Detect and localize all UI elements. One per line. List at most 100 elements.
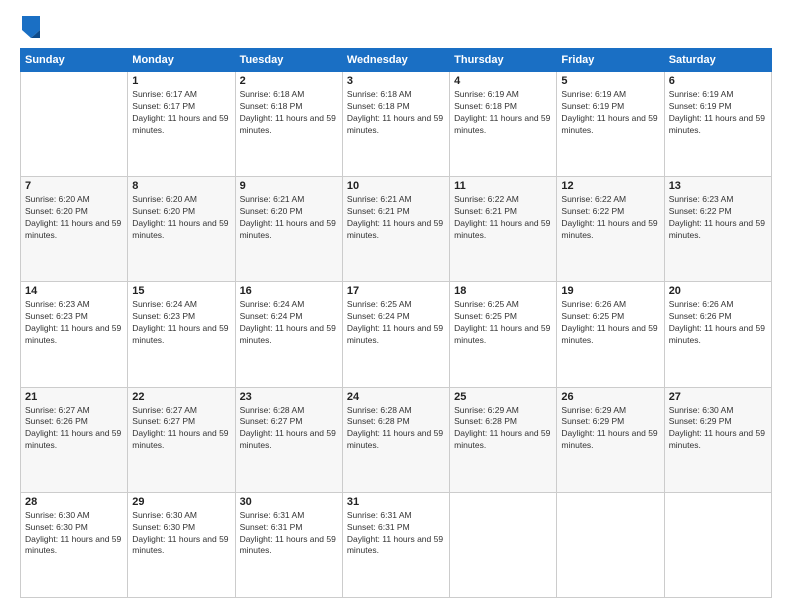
day-number: 23: [240, 391, 338, 403]
cell-info: Sunrise: 6:26 AM Sunset: 6:25 PM Dayligh…: [561, 299, 659, 347]
cell-info: Sunrise: 6:21 AM Sunset: 6:20 PM Dayligh…: [240, 194, 338, 242]
logo-icon: [22, 16, 40, 38]
calendar-cell: 22 Sunrise: 6:27 AM Sunset: 6:27 PM Dayli…: [128, 387, 235, 492]
day-number: 24: [347, 391, 445, 403]
header: [20, 18, 772, 38]
cell-info: Sunrise: 6:25 AM Sunset: 6:25 PM Dayligh…: [454, 299, 552, 347]
cell-info: Sunrise: 6:27 AM Sunset: 6:26 PM Dayligh…: [25, 405, 123, 453]
calendar-cell: 29Sunrise: 6:30 AM Sunset: 6:30 PM Dayli…: [128, 492, 235, 597]
cell-info: Sunrise: 6:29 AM Sunset: 6:29 PM Dayligh…: [561, 405, 659, 453]
calendar-table: SundayMondayTuesdayWednesdayThursdayFrid…: [20, 48, 772, 598]
calendar-cell: 13Sunrise: 6:23 AM Sunset: 6:22 PM Dayli…: [664, 177, 771, 282]
day-number: 30: [240, 496, 338, 508]
calendar-day-header: Monday: [128, 49, 235, 72]
calendar-cell: 1Sunrise: 6:17 AM Sunset: 6:17 PM Daylig…: [128, 72, 235, 177]
calendar-week-row: 14 Sunrise: 6:23 AM Sunset: 6:23 PM Dayli…: [21, 282, 772, 387]
cell-info: Sunrise: 6:20 AM Sunset: 6:20 PM Dayligh…: [132, 194, 230, 242]
cell-info: Sunrise: 6:23 AM Sunset: 6:22 PM Dayligh…: [669, 194, 767, 242]
day-number: 27: [669, 391, 767, 403]
day-number: 4: [454, 75, 552, 87]
calendar-week-row: 7 Sunrise: 6:20 AM Sunset: 6:20 PM Daylig…: [21, 177, 772, 282]
cell-info: Sunrise: 6:19 AM Sunset: 6:18 PM Dayligh…: [454, 89, 552, 137]
cell-info: Sunrise: 6:28 AM Sunset: 6:27 PM Dayligh…: [240, 405, 338, 453]
day-number: 15: [132, 285, 230, 297]
calendar-week-row: 21 Sunrise: 6:27 AM Sunset: 6:26 PM Dayli…: [21, 387, 772, 492]
day-number: 5: [561, 75, 659, 87]
calendar-cell: 15 Sunrise: 6:24 AM Sunset: 6:23 PM Dayli…: [128, 282, 235, 387]
cell-info: Sunrise: 6:18 AM Sunset: 6:18 PM Dayligh…: [240, 89, 338, 137]
calendar-day-header: Wednesday: [342, 49, 449, 72]
day-number: 16: [240, 285, 338, 297]
calendar-cell: 30 Sunrise: 6:31 AM Sunset: 6:31 PM Dayli…: [235, 492, 342, 597]
cell-info: Sunrise: 6:19 AM Sunset: 6:19 PM Dayligh…: [561, 89, 659, 137]
calendar-cell: 26 Sunrise: 6:29 AM Sunset: 6:29 PM Dayli…: [557, 387, 664, 492]
calendar-day-header: Saturday: [664, 49, 771, 72]
page: SundayMondayTuesdayWednesdayThursdayFrid…: [0, 0, 792, 612]
cell-info: Sunrise: 6:21 AM Sunset: 6:21 PM Dayligh…: [347, 194, 445, 242]
calendar-cell: 28 Sunrise: 6:30 AM Sunset: 6:30 PM Dayli…: [21, 492, 128, 597]
calendar-cell: 19 Sunrise: 6:26 AM Sunset: 6:25 PM Dayli…: [557, 282, 664, 387]
day-number: 19: [561, 285, 659, 297]
day-number: 3: [347, 75, 445, 87]
cell-info: Sunrise: 6:17 AM Sunset: 6:17 PM Dayligh…: [132, 89, 230, 137]
day-number: 21: [25, 391, 123, 403]
calendar-cell: 2Sunrise: 6:18 AM Sunset: 6:18 PM Daylig…: [235, 72, 342, 177]
calendar-cell: 16 Sunrise: 6:24 AM Sunset: 6:24 PM Dayli…: [235, 282, 342, 387]
cell-info: Sunrise: 6:26 AM Sunset: 6:26 PM Dayligh…: [669, 299, 767, 347]
day-number: 20: [669, 285, 767, 297]
day-number: 29: [132, 496, 230, 508]
calendar-cell: 8 Sunrise: 6:20 AM Sunset: 6:20 PM Daylig…: [128, 177, 235, 282]
calendar-day-header: Friday: [557, 49, 664, 72]
cell-info: Sunrise: 6:30 AM Sunset: 6:30 PM Dayligh…: [25, 510, 123, 558]
calendar-cell: 7Sunrise: 6:20 AM Sunset: 6:20 PM Daylig…: [21, 177, 128, 282]
calendar-cell: 4 Sunrise: 6:19 AM Sunset: 6:18 PM Daylig…: [450, 72, 557, 177]
calendar-day-header: Tuesday: [235, 49, 342, 72]
calendar-cell: 9 Sunrise: 6:21 AM Sunset: 6:20 PM Daylig…: [235, 177, 342, 282]
calendar-cell: [450, 492, 557, 597]
cell-info: Sunrise: 6:27 AM Sunset: 6:27 PM Dayligh…: [132, 405, 230, 453]
calendar-cell: 6Sunrise: 6:19 AM Sunset: 6:19 PM Daylig…: [664, 72, 771, 177]
cell-info: Sunrise: 6:30 AM Sunset: 6:29 PM Dayligh…: [669, 405, 767, 453]
day-number: 14: [25, 285, 123, 297]
calendar-cell: 18 Sunrise: 6:25 AM Sunset: 6:25 PM Dayli…: [450, 282, 557, 387]
cell-info: Sunrise: 6:22 AM Sunset: 6:22 PM Dayligh…: [561, 194, 659, 242]
cell-info: Sunrise: 6:28 AM Sunset: 6:28 PM Dayligh…: [347, 405, 445, 453]
day-number: 9: [240, 180, 338, 192]
calendar-cell: 23 Sunrise: 6:28 AM Sunset: 6:27 PM Dayli…: [235, 387, 342, 492]
calendar-day-header: Thursday: [450, 49, 557, 72]
cell-info: Sunrise: 6:31 AM Sunset: 6:31 PM Dayligh…: [347, 510, 445, 558]
day-number: 12: [561, 180, 659, 192]
cell-info: Sunrise: 6:22 AM Sunset: 6:21 PM Dayligh…: [454, 194, 552, 242]
day-number: 31: [347, 496, 445, 508]
day-number: 10: [347, 180, 445, 192]
calendar-cell: 17 Sunrise: 6:25 AM Sunset: 6:24 PM Dayli…: [342, 282, 449, 387]
day-number: 22: [132, 391, 230, 403]
cell-info: Sunrise: 6:31 AM Sunset: 6:31 PM Dayligh…: [240, 510, 338, 558]
day-number: 28: [25, 496, 123, 508]
calendar-day-header: Sunday: [21, 49, 128, 72]
day-number: 8: [132, 180, 230, 192]
cell-info: Sunrise: 6:24 AM Sunset: 6:23 PM Dayligh…: [132, 299, 230, 347]
day-number: 25: [454, 391, 552, 403]
calendar-cell: [21, 72, 128, 177]
calendar-cell: 3 Sunrise: 6:18 AM Sunset: 6:18 PM Daylig…: [342, 72, 449, 177]
cell-info: Sunrise: 6:23 AM Sunset: 6:23 PM Dayligh…: [25, 299, 123, 347]
cell-info: Sunrise: 6:25 AM Sunset: 6:24 PM Dayligh…: [347, 299, 445, 347]
day-number: 17: [347, 285, 445, 297]
cell-info: Sunrise: 6:19 AM Sunset: 6:19 PM Dayligh…: [669, 89, 767, 137]
cell-info: Sunrise: 6:24 AM Sunset: 6:24 PM Dayligh…: [240, 299, 338, 347]
day-number: 7: [25, 180, 123, 192]
calendar-cell: 31 Sunrise: 6:31 AM Sunset: 6:31 PM Dayli…: [342, 492, 449, 597]
calendar-cell: [664, 492, 771, 597]
calendar-week-row: 1Sunrise: 6:17 AM Sunset: 6:17 PM Daylig…: [21, 72, 772, 177]
calendar-header-row: SundayMondayTuesdayWednesdayThursdayFrid…: [21, 49, 772, 72]
logo: [20, 18, 40, 38]
day-number: 18: [454, 285, 552, 297]
calendar-cell: [557, 492, 664, 597]
cell-info: Sunrise: 6:18 AM Sunset: 6:18 PM Dayligh…: [347, 89, 445, 137]
calendar-cell: 14 Sunrise: 6:23 AM Sunset: 6:23 PM Dayli…: [21, 282, 128, 387]
calendar-cell: 27 Sunrise: 6:30 AM Sunset: 6:29 PM Dayli…: [664, 387, 771, 492]
calendar-cell: 21 Sunrise: 6:27 AM Sunset: 6:26 PM Dayli…: [21, 387, 128, 492]
day-number: 26: [561, 391, 659, 403]
cell-info: Sunrise: 6:29 AM Sunset: 6:28 PM Dayligh…: [454, 405, 552, 453]
